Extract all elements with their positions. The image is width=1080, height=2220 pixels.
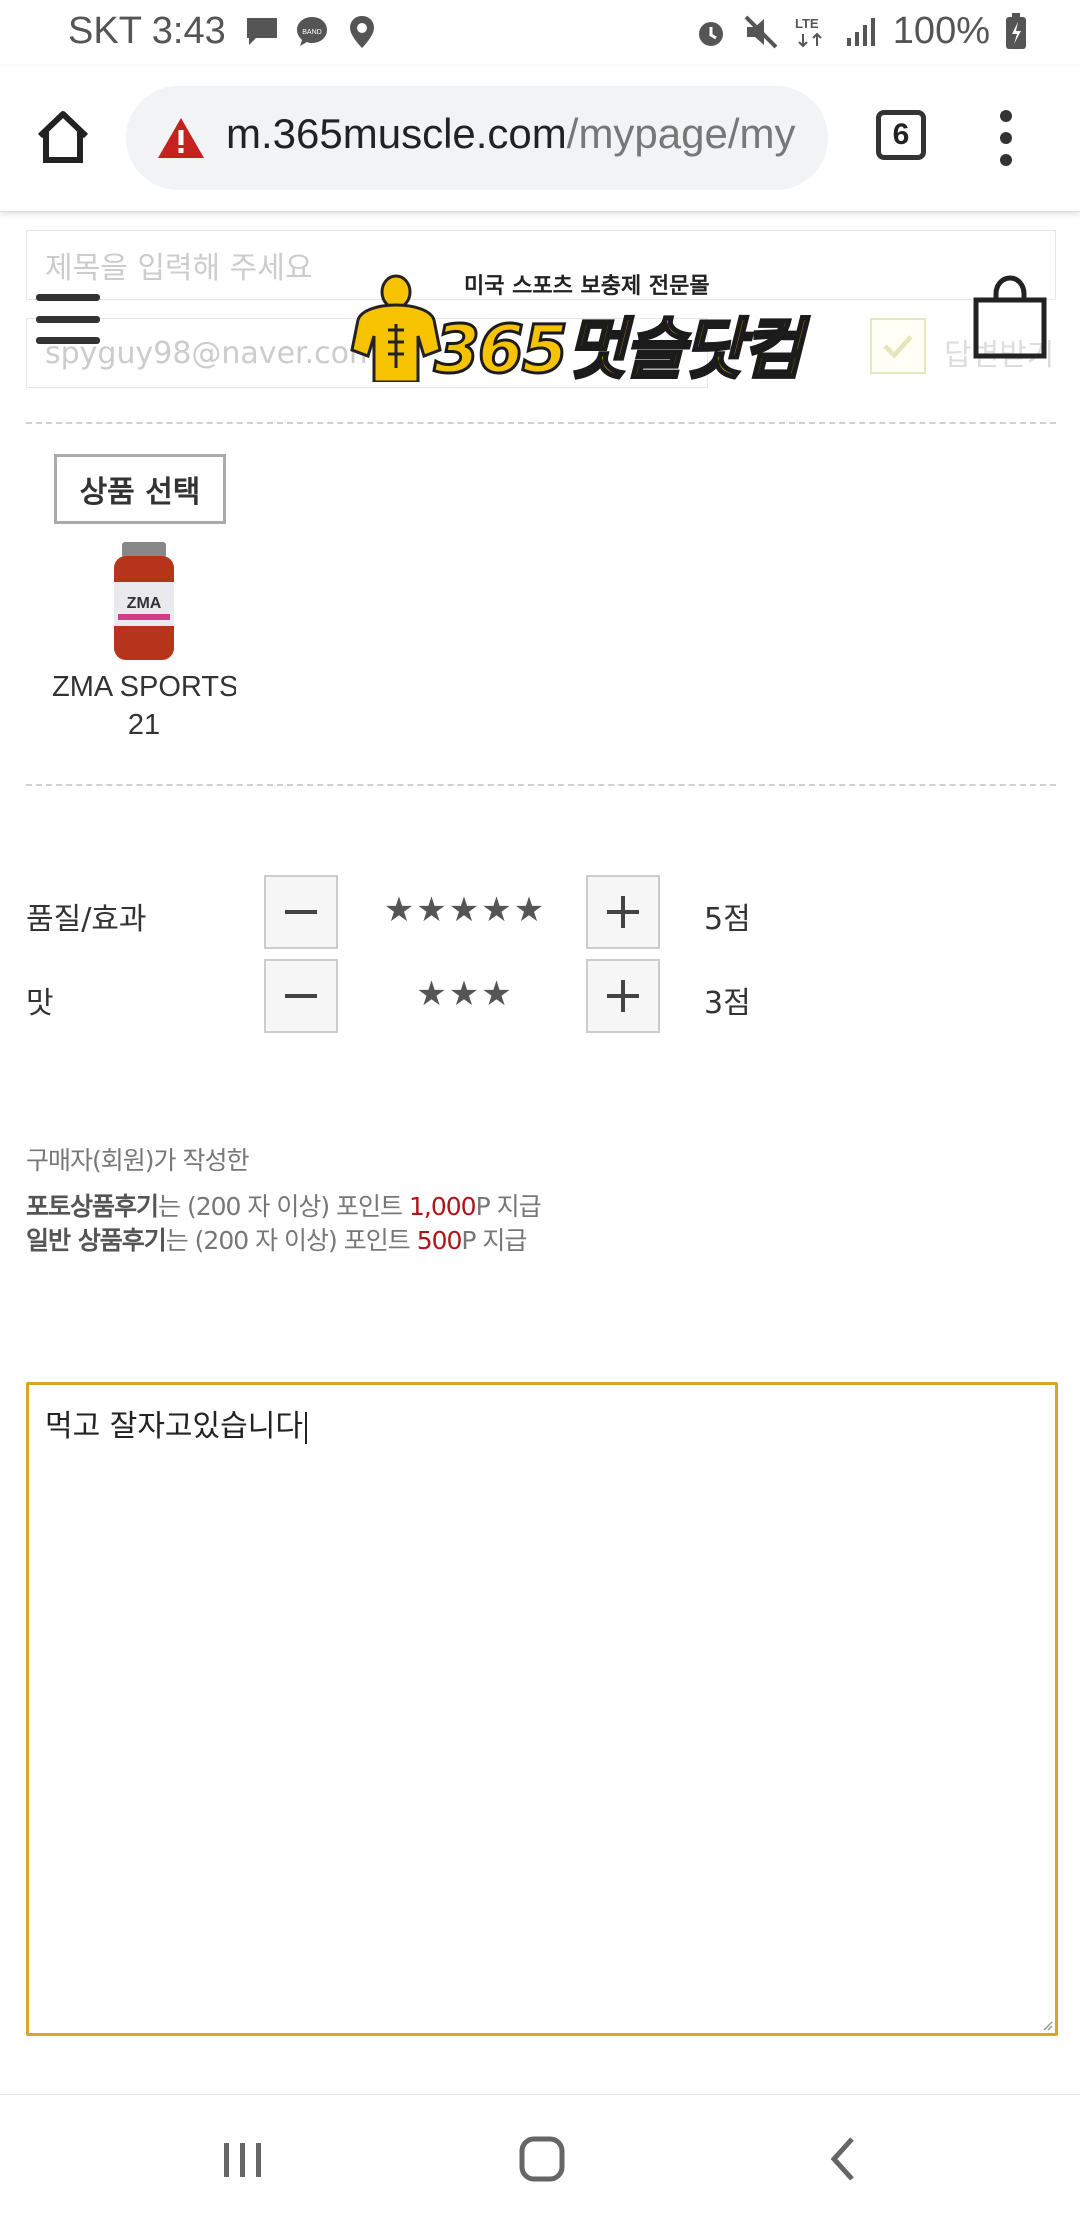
product-select-label: 상품 선택 [79, 475, 201, 510]
shopping-bag-icon[interactable] [972, 274, 1048, 360]
address-bar[interactable]: m.365muscle.com/mypage/my [126, 86, 828, 190]
home-nav-icon[interactable] [512, 2131, 572, 2187]
rating-increase-button[interactable] [586, 875, 660, 949]
product-name-line1: ZMA SPORTS [52, 671, 236, 703]
lte-label: LTE [795, 16, 819, 31]
signal-icon [846, 17, 875, 46]
plus-icon [607, 980, 639, 1012]
minus-icon [285, 994, 317, 998]
carrier-time: SKT 3:43 [68, 10, 226, 52]
points-notice: 구매자(회원)가 작성한 포토상품후기는 (200 자 이상) 포인트 1,00… [26, 1144, 542, 1258]
band-icon: BAND [297, 17, 327, 46]
site-logo[interactable]: 미국 스포츠 보충제 전문몰 365멋슬닷컴 [340, 262, 804, 390]
url-path: /mypage/my [566, 110, 796, 157]
resize-handle-icon[interactable] [1041, 2019, 1053, 2031]
minus-icon [285, 910, 317, 914]
site-header: 제목을 입력해 주세요 spyguy98@naver.com 답변받기 미국 스… [0, 212, 1080, 412]
svg-text:ZMA: ZMA [127, 595, 162, 612]
title-placeholder: 제목을 입력해 주세요 [45, 251, 313, 286]
rating-label-taste: 맛 [26, 986, 54, 1021]
band-label: BAND [302, 29, 321, 36]
rating-increase-button[interactable] [586, 959, 660, 1033]
divider [26, 784, 1056, 786]
product-name-line2: 21 [127, 709, 161, 741]
location-icon [350, 16, 374, 48]
text-caret [304, 1411, 307, 1444]
rating-decrease-button[interactable] [264, 875, 338, 949]
reply-checkbox[interactable] [870, 318, 926, 374]
rating-stars-quality: ★★★★★ [383, 890, 547, 930]
warning-icon[interactable] [156, 116, 206, 160]
home-icon[interactable] [34, 108, 92, 166]
more-menu-icon[interactable] [994, 110, 1018, 166]
battery-charging-icon [1006, 12, 1026, 49]
browser-toolbar: m.365muscle.com/mypage/my 6 [0, 66, 1080, 212]
status-bar: SKT 3:43 BAND LTE 100% [0, 0, 1080, 66]
rating-decrease-button[interactable] [264, 959, 338, 1033]
mute-icon [744, 15, 778, 48]
plus-icon [607, 896, 639, 928]
rating-stars-taste: ★★★ [416, 974, 514, 1014]
url-text[interactable]: m.365muscle.com/mypage/my [226, 110, 796, 158]
back-icon[interactable] [814, 2131, 874, 2187]
battery-percent: 100% [892, 10, 990, 52]
review-text-value: 먹고 잘자고있습니다 [45, 1409, 303, 1444]
notice-line1: 구매자(회원)가 작성한 [26, 1146, 249, 1175]
notice-line2: 포토상품후기는 (200 자 이상) 포인트 1,000P 지급 [26, 1192, 542, 1221]
divider [26, 422, 1056, 424]
product-thumbnail[interactable]: ZMA [108, 542, 180, 662]
rating-score-taste: 3점 [704, 986, 751, 1021]
lte-icon: LTE [795, 16, 822, 47]
muscle-mascot-icon [350, 274, 442, 382]
tab-switcher-button[interactable]: 6 [876, 110, 926, 160]
check-icon [883, 335, 913, 359]
system-navigation-bar [0, 2094, 1080, 2220]
url-host: m.365muscle.com [226, 110, 567, 157]
product-select-button[interactable]: 상품 선택 [54, 454, 226, 524]
rating-score-quality: 5점 [704, 902, 751, 937]
notice-line3: 일반 상품후기는 (200 자 이상) 포인트 500P 지급 [26, 1226, 527, 1255]
message-icon [247, 18, 277, 45]
tab-count: 6 [892, 118, 910, 151]
hamburger-menu-icon[interactable] [36, 294, 100, 344]
logo-brand: 365멋슬닷컴 [433, 310, 805, 390]
recent-apps-icon[interactable] [212, 2131, 272, 2187]
review-textarea[interactable]: 먹고 잘자고있습니다 [26, 1382, 1058, 2036]
alarm-icon [698, 21, 723, 46]
product-name: ZMA SPORTS 21 [52, 668, 236, 744]
rating-label-quality: 품질/효과 [26, 902, 147, 937]
